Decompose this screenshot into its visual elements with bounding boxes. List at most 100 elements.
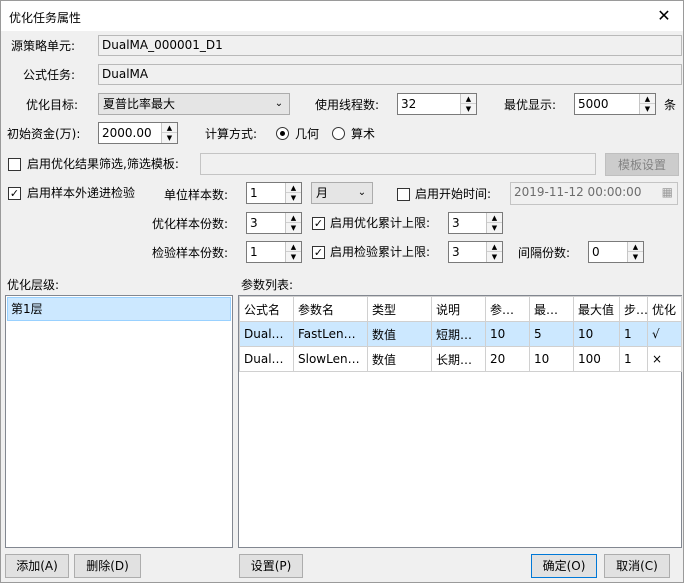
max-show-stepper[interactable]: 5000 ▲ ▼ [574,93,656,115]
close-icon[interactable]: ✕ [651,4,677,28]
spin-down-icon[interactable]: ▼ [640,104,655,114]
table-cell: 短期均线周期 [431,321,486,347]
column-header[interactable]: 最小值 [529,296,574,322]
test-samples-stepper[interactable]: 1 ▲ ▼ [246,241,302,263]
spin-down-icon[interactable]: ▼ [162,133,177,143]
column-header[interactable]: 最大值 [573,296,620,322]
spin-down-icon[interactable]: ▼ [487,252,502,262]
unit-sample-stepper[interactable]: 1 ▲ ▼ [246,182,302,204]
radio-geometric[interactable] [276,127,289,140]
spin-up-icon[interactable]: ▲ [628,242,643,252]
levels-list[interactable]: 第1层 [5,295,233,548]
calc-method-label: 计算方式: [205,127,258,141]
table-cell: FastLength [293,321,368,347]
spin-down-icon[interactable]: ▼ [461,104,476,114]
test-cumulative-checkbox[interactable]: ✓ [312,246,325,259]
spin-up-icon[interactable]: ▲ [487,213,502,223]
opt-samples-value: 3 [250,216,258,230]
spin-up-icon[interactable]: ▲ [162,123,177,133]
interval-stepper[interactable]: 0 ▲ ▼ [588,241,644,263]
table-row[interactable]: DualMA FastLength 数值 短期均线周期 10 5 10 1 √ [239,321,682,347]
window-title: 优化任务属性 [9,11,82,25]
opt-target-select[interactable]: 夏普比率最大 ⌄ [98,93,290,115]
start-time-field[interactable]: 2019-11-12 00:00:00 ▦ [510,182,678,205]
result-filter-label: 启用优化结果筛选,筛选模板: [27,157,179,171]
spin-up-icon[interactable]: ▲ [286,242,301,252]
opt-cumulative-checkbox[interactable]: ✓ [312,217,325,230]
table-cell[interactable]: 1 [619,321,648,347]
init-capital-value: 2000.00 [102,126,152,140]
column-header[interactable]: 公式名 [239,296,294,322]
opt-samples-label: 优化样本份数: [152,217,229,231]
spin-up-icon[interactable]: ▲ [487,242,502,252]
unit-sample-period-select[interactable]: 月 ⌄ [311,182,373,204]
unit-sample-label: 单位样本数: [164,188,229,202]
dialog-window: 优化任务属性 ✕ 源策略单元: DualMA_000001_D1 公式任务: D… [0,0,684,583]
opt-samples-stepper[interactable]: 3 ▲ ▼ [246,212,302,234]
template-settings-button[interactable]: 模板设置 [605,153,679,176]
result-filter-checkbox[interactable] [8,158,21,171]
add-button[interactable]: 添加(A) [5,554,69,578]
table-cell: SlowLength [293,346,368,372]
interval-label: 间隔份数: [518,246,571,260]
chevron-down-icon: ⌄ [274,98,284,109]
table-cell: DualMA [239,321,294,347]
walk-forward-checkbox[interactable]: ✓ [8,187,21,200]
table-cell[interactable]: × [647,346,682,372]
ok-button[interactable]: 确定(O) [531,554,597,578]
test-cumulative-stepper[interactable]: 3 ▲ ▼ [448,241,503,263]
table-cell[interactable]: 10 [485,321,530,347]
params-label: 参数列表: [241,278,294,292]
column-header[interactable]: 优化 [647,296,682,322]
table-cell[interactable]: 10 [573,321,620,347]
column-header[interactable]: 类型 [367,296,432,322]
list-item[interactable]: 第1层 [7,297,231,321]
title-bar: 优化任务属性 ✕ [1,1,683,31]
threads-label: 使用线程数: [315,98,380,112]
threads-stepper[interactable]: 32 ▲ ▼ [397,93,477,115]
spin-up-icon[interactable]: ▲ [286,213,301,223]
cancel-button[interactable]: 取消(C) [604,554,670,578]
table-cell[interactable]: √ [647,321,682,347]
table-cell: DualMA [239,346,294,372]
delete-button[interactable]: 删除(D) [74,554,141,578]
spin-up-icon[interactable]: ▲ [640,94,655,104]
calendar-icon[interactable]: ▦ [662,183,673,202]
start-time-checkbox[interactable] [397,188,410,201]
column-header[interactable]: 步长 [619,296,648,322]
test-samples-label: 检验样本份数: [152,246,229,260]
table-cell[interactable]: 5 [529,321,574,347]
table-cell[interactable]: 10 [529,346,574,372]
formula-task-label: 公式任务: [23,68,76,82]
spin-down-icon[interactable]: ▼ [286,223,301,233]
max-show-unit: 条 [664,98,677,112]
table-cell[interactable]: 100 [573,346,620,372]
spin-down-icon[interactable]: ▼ [628,252,643,262]
table-row[interactable]: DualMA SlowLength 数值 长期均线周期 20 10 100 1 … [239,346,682,372]
column-header[interactable]: 参数名 [293,296,368,322]
spin-down-icon[interactable]: ▼ [286,252,301,262]
filter-template-field[interactable] [200,153,596,175]
source-unit-field[interactable]: DualMA_000001_D1 [98,35,682,56]
opt-cumulative-stepper[interactable]: 3 ▲ ▼ [448,212,503,234]
opt-target-value: 夏普比率最大 [103,97,176,111]
unit-sample-period-value: 月 [316,186,329,200]
init-capital-label: 初始资金(万): [7,127,81,141]
spin-down-icon[interactable]: ▼ [487,223,502,233]
radio-arithmetic[interactable] [332,127,345,140]
formula-task-field[interactable]: DualMA [98,64,682,85]
settings-button[interactable]: 设置(P) [239,554,303,578]
start-time-value: 2019-11-12 00:00:00 [514,185,642,199]
level-item-label: 第1层 [11,302,43,316]
source-unit-label: 源策略单元: [11,39,76,53]
spin-up-icon[interactable]: ▲ [461,94,476,104]
table-cell[interactable]: 1 [619,346,648,372]
column-header[interactable]: 说明 [431,296,486,322]
opt-cumulative-label: 启用优化累计上限: [330,216,431,230]
table-cell: 长期均线周期 [431,346,486,372]
spin-up-icon[interactable]: ▲ [286,183,301,193]
init-capital-stepper[interactable]: 2000.00 ▲ ▼ [98,122,178,144]
column-header[interactable]: 参数值 [485,296,530,322]
spin-down-icon[interactable]: ▼ [286,193,301,203]
table-cell[interactable]: 20 [485,346,530,372]
